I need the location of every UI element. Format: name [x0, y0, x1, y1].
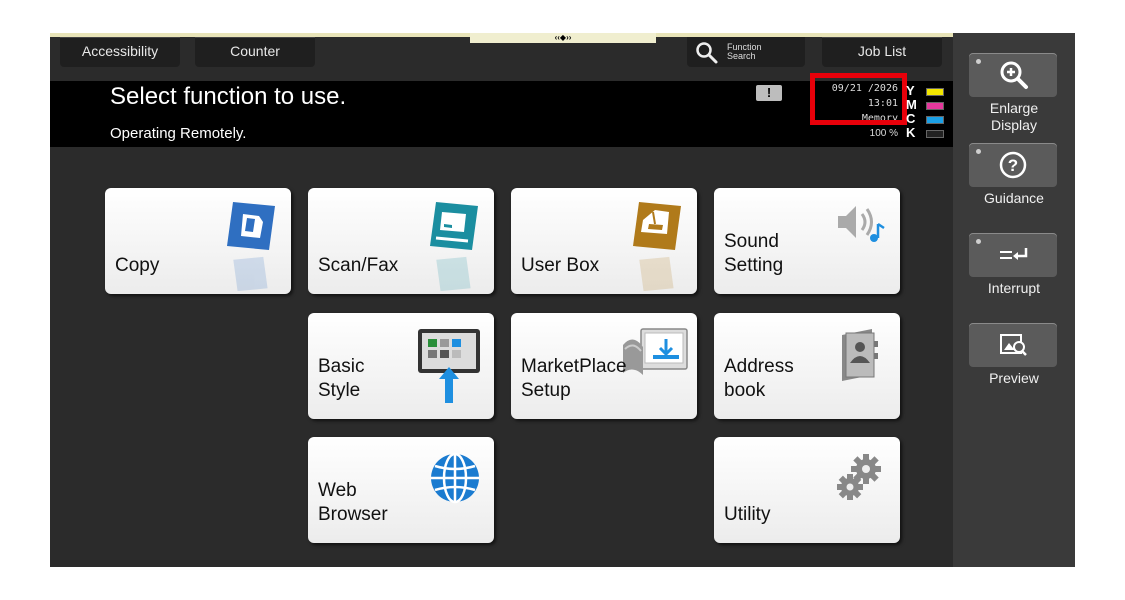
toner-bar-y [926, 88, 944, 96]
function-search-label: Function Search [727, 42, 762, 61]
job-list-tab[interactable]: Job List [822, 37, 942, 67]
scan-fax-label: Scan/Fax [318, 255, 399, 276]
preview-icon [1000, 334, 1027, 356]
toner-bar-m [926, 102, 944, 110]
svg-text:?: ? [1008, 156, 1018, 175]
device-screen: ‹‹◆›› Accessibility Counter Function Sea… [50, 33, 1075, 567]
accessibility-tab[interactable]: Accessibility [60, 37, 180, 67]
copy-icon-reflection [233, 256, 268, 292]
marketplace-setup-label: MarketPlace Setup [521, 356, 627, 401]
page-title: Select function to use. [110, 83, 347, 110]
utility-label: Utility [724, 504, 771, 525]
sound-setting-label: Sound Setting [724, 231, 784, 276]
indicator-dot [976, 59, 981, 64]
search-icon [696, 42, 718, 64]
user-box-tile[interactable]: User Box [511, 188, 697, 294]
toner-letter-k: K [906, 125, 916, 140]
copy-label: Copy [115, 255, 160, 276]
warning-icon[interactable]: ! [756, 85, 782, 101]
zoom-in-icon [1000, 61, 1028, 89]
user-box-label: User Box [521, 255, 600, 276]
user-box-icon-reflection [639, 256, 674, 292]
function-search-button[interactable]: Function Search [687, 37, 805, 67]
indicator-dot [976, 149, 981, 154]
panel-grip-handle[interactable]: ‹‹◆›› [470, 33, 656, 43]
web-browser-tile[interactable]: Web Browser [308, 437, 494, 543]
preview-label: Preview [989, 370, 1039, 386]
basic-style-icon [418, 329, 480, 403]
memory-percent: 100 % [869, 128, 898, 139]
utility-tile[interactable]: Utility [714, 437, 900, 543]
marketplace-icon [623, 328, 688, 375]
user-box-icon [633, 202, 681, 250]
toner-levels: Y M C K [906, 83, 946, 141]
globe-icon [431, 452, 479, 504]
basic-style-tile[interactable]: Basic Style [308, 313, 494, 419]
guidance-button[interactable]: ? [969, 143, 1057, 187]
gear-icon [837, 454, 881, 500]
copy-tile[interactable]: Copy [105, 188, 291, 294]
side-panel: Enlarge Display ? Guidance Interrupt Pre… [953, 33, 1075, 567]
enlarge-display-label: Enlarge Display [989, 100, 1039, 133]
scan-fax-tile[interactable]: Scan/Fax [308, 188, 494, 294]
help-icon: ? [999, 151, 1027, 179]
copy-icon [227, 202, 275, 250]
web-browser-label: Web Browser [318, 480, 388, 525]
basic-style-label: Basic Style [318, 356, 365, 401]
toner-letter-y: Y [906, 83, 915, 98]
address-book-icon [842, 329, 878, 381]
sound-setting-tile[interactable]: Sound Setting [714, 188, 900, 294]
marketplace-setup-tile[interactable]: MarketPlace Setup [511, 313, 697, 419]
guidance-label: Guidance [984, 190, 1044, 206]
interrupt-icon [1000, 248, 1028, 260]
highlight-box [810, 73, 907, 125]
scan-fax-icon-reflection [436, 256, 471, 292]
scan-fax-icon [430, 202, 478, 250]
counter-tab[interactable]: Counter [195, 37, 315, 67]
toner-letter-m: M [906, 97, 917, 112]
address-book-tile[interactable]: Address book [714, 313, 900, 419]
enlarge-display-button[interactable] [969, 53, 1057, 97]
address-book-label: Address book [724, 356, 794, 401]
interrupt-button[interactable] [969, 233, 1057, 277]
indicator-dot [976, 239, 981, 244]
toner-bar-c [926, 116, 944, 124]
toner-bar-k [926, 130, 944, 138]
interrupt-label: Interrupt [987, 280, 1041, 296]
toner-letter-c: C [906, 111, 916, 126]
status-message: Operating Remotely. [110, 125, 247, 142]
speaker-icon [838, 206, 885, 242]
preview-button[interactable] [969, 323, 1057, 367]
